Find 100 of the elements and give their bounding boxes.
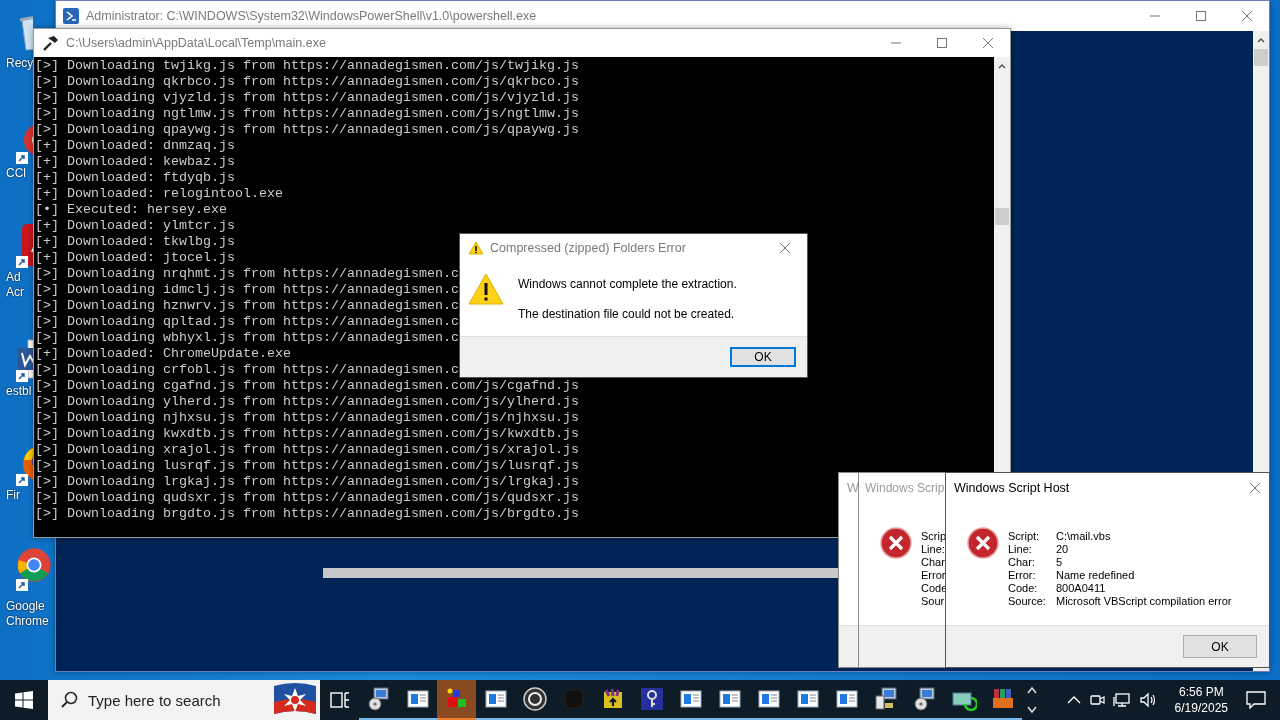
field-label: Source: <box>1008 595 1047 608</box>
field-label: Script: <box>1008 530 1041 543</box>
clock-button[interactable]: 6:56 PM 6/19/2025 <box>1164 684 1238 716</box>
key-icon <box>638 686 665 712</box>
console-line: [+] Downloaded: ftdyqb.js <box>35 170 235 186</box>
browser-icon[interactable] <box>14 545 54 585</box>
console-line: [+] Downloaded: jtocel.js <box>35 250 235 266</box>
field-label: Error: <box>1008 569 1037 582</box>
field-value: C:\mail.vbs <box>1056 530 1112 543</box>
computer-icon <box>872 686 899 712</box>
chevron-up-icon[interactable] <box>1066 695 1081 705</box>
console-line: [+] Downloaded: tkwlbg.js <box>35 234 235 250</box>
disc-icon <box>521 686 548 712</box>
console-line: [>] Downloading cgafnd.js from https://annadegismen.com/js/cgafnd.js <box>35 378 579 394</box>
shortcut-arrow-icon <box>16 152 28 164</box>
shortcut-arrow-icon <box>16 579 28 591</box>
close-icon[interactable] <box>779 242 791 254</box>
icon-label: Ad <box>5 270 21 285</box>
scroll-thumb[interactable] <box>323 568 839 578</box>
dialog-title: W <box>847 481 859 495</box>
close-icon[interactable] <box>1249 482 1261 494</box>
powershell-icon <box>63 8 79 24</box>
ok-button[interactable]: OK <box>730 347 796 367</box>
task-view-icon <box>329 691 350 709</box>
console-line: [>] Downloading ylherd.js from https://annadegismen.com/js/ylherd.js <box>35 394 579 410</box>
field-label: Char: <box>1008 556 1036 569</box>
ok-button[interactable]: OK <box>1183 635 1257 658</box>
console-line: [>] Downloading brgdto.js from https://annadegismen.com/js/brgdto.js <box>35 506 579 522</box>
scroll-down-icon[interactable] <box>1027 706 1037 714</box>
console-line: [>] Downloading vjyzld.js from https://annadegismen.com/js/vjyzld.js <box>35 90 579 106</box>
computer-disc-icon <box>365 686 392 712</box>
field-label: Scrip <box>921 530 948 543</box>
console-line: [>] Downloading hznwrv.js from https://annadegismen.c <box>35 298 459 314</box>
field-label: Line: <box>1008 543 1033 556</box>
field-label: Sour <box>921 595 946 608</box>
scroll-up-icon[interactable] <box>998 63 1006 69</box>
dialog-title: Compressed (zipped) Folders Error <box>490 241 686 255</box>
window-title: C:\Users\admin\AppData\Local\Temp\main.exe <box>66 36 326 50</box>
dialog-title: Windows Script Host <box>954 481 1070 495</box>
icon-label: Fir <box>5 488 20 503</box>
hammer-icon <box>41 34 59 52</box>
field-label: Error <box>921 569 947 582</box>
icon-label: Recy <box>5 56 34 71</box>
icon-label: Chrome <box>5 614 49 629</box>
console-line: [+] Downloaded: kewbaz.js <box>35 154 235 170</box>
close-icon[interactable] <box>982 37 994 49</box>
console-line: [>] Downloading lusrqf.js from https://annadegismen.com/js/lusrqf.js <box>35 458 579 474</box>
console-line: [•] Executed: hersey.exe <box>35 202 227 218</box>
console-line: [>] Downloading crfobl.js from https://annadegismen.c <box>35 362 459 378</box>
console-line: [>] Downloading twjikg.js from https://annadegismen.com/js/twjikg.js <box>35 58 579 74</box>
console-line: [>] Downloading qudsxr.js from https://annadegismen.com/js/qudsxr.js <box>35 490 579 506</box>
dialog-message: The destination file could not be created. <box>518 306 736 322</box>
console-line: [+] Downloaded: ChromeUpdate.exe <box>35 346 291 362</box>
console-line: [>] Downloading qpaywg.js from https://annadegismen.com/js/qpaywg.js <box>35 122 579 138</box>
search-icon <box>60 691 78 709</box>
dialog-title: Windows Scrip <box>865 481 945 495</box>
field-value: 800A0411 <box>1056 582 1107 595</box>
field-label: Line: <box>921 543 946 556</box>
console-line: [>] Downloading qpltad.js from https://annadegismen.c <box>35 314 459 330</box>
error-icon <box>967 527 999 559</box>
icon-label: Google <box>5 599 45 614</box>
scroll-up-icon[interactable] <box>1257 37 1265 43</box>
field-value: Name redefined <box>1056 569 1136 582</box>
shortcut-arrow-icon <box>16 474 28 486</box>
console-line: [>] Downloading ngtlmw.js from https://annadegismen.com/js/ngtlmw.js <box>35 106 579 122</box>
console-line: [+] Downloaded: relogintool.exe <box>35 186 283 202</box>
flag-icon[interactable] <box>270 680 320 720</box>
close-icon[interactable] <box>1241 10 1253 22</box>
dialog-message: Windows cannot complete the extraction. <box>518 276 737 292</box>
console-line: [+] Downloaded: dnmzaq.js <box>35 138 235 154</box>
console-line: [>] Downloading lrgkaj.js from https://annadegismen.com/js/lrgkaj.js <box>35 474 579 490</box>
warning-icon <box>468 241 484 255</box>
field-value: 20 <box>1056 543 1070 556</box>
field-value: 5 <box>1056 556 1064 569</box>
shortcut-arrow-icon <box>16 256 28 268</box>
scroll-thumb[interactable] <box>1254 49 1268 66</box>
search-field[interactable]: Type here to search <box>48 680 270 720</box>
window-title: Administrator: C:\WINDOWS\System32\WindowsPowerShell\v1.0\powershell.exe <box>86 9 537 23</box>
field-value: Microsoft VBScript compilation error <box>1056 595 1232 608</box>
console-line: [>] Downloading njhxsu.js from https://annadegismen.com/js/njhxsu.js <box>35 410 579 426</box>
field-label: Char <box>921 556 946 569</box>
network-icon[interactable] <box>1112 692 1131 708</box>
console-line: [>] Downloading xrajol.js from https://annadegismen.com/js/xrajol.js <box>35 442 579 458</box>
console-line: [>] Downloading wbhyxl.js from https://annadegismen.c <box>35 330 459 346</box>
icon-label: CCl <box>5 166 26 181</box>
maximize-icon[interactable] <box>936 37 948 49</box>
console-line: [>] Downloading qkrbco.js from https://annadegismen.com/js/qkrbco.js <box>35 74 579 90</box>
computer-disc-icon <box>911 686 938 712</box>
warning-icon <box>468 272 504 306</box>
maximize-icon[interactable] <box>1195 10 1207 22</box>
console-line: [+] Downloaded: ylmtcr.js <box>35 218 235 234</box>
notification-icon[interactable] <box>1246 691 1266 709</box>
console-line: [>] Downloading idmclj.js from https://annadegismen.c <box>35 282 459 298</box>
scroll-thumb[interactable] <box>995 208 1009 225</box>
speaker-icon[interactable] <box>1138 692 1157 708</box>
field-label: Code: <box>1008 582 1039 595</box>
console-line: [>] Downloading nrqhmt.js from https://annadegismen.c <box>35 266 459 282</box>
icon-label: Acr <box>5 285 24 300</box>
shortcut-arrow-icon <box>16 370 28 382</box>
icon-label: estbl <box>5 384 32 399</box>
